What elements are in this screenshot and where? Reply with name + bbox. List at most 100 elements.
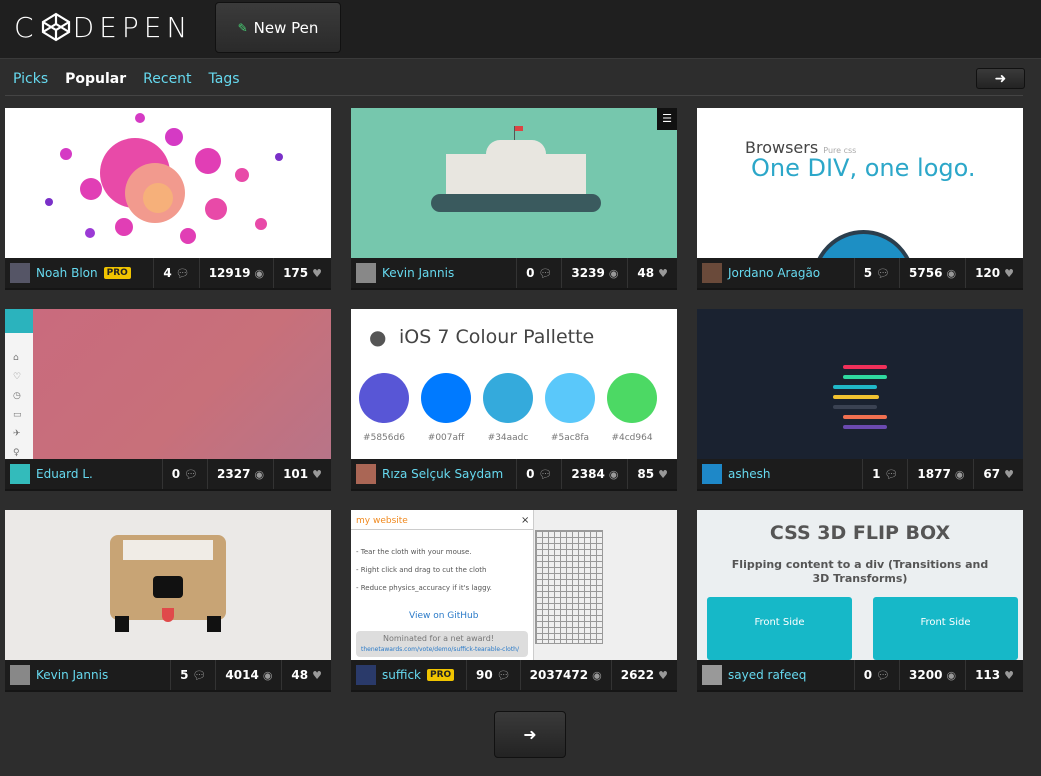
pen-thumbnail[interactable]: ☰ (351, 108, 677, 258)
list-icon[interactable]: ☰ (657, 108, 677, 130)
heart-icon: ♥ (312, 266, 322, 280)
comments-stat: 4 💬︎ (153, 258, 198, 288)
author-name[interactable]: suffick (382, 668, 421, 682)
pro-badge: PRO (103, 267, 131, 279)
pen-thumbnail[interactable]: CSS 3D FLIP BOX Flipping content to a di… (697, 510, 1023, 660)
comment-icon: 💬︎ (496, 668, 511, 682)
author-name[interactable]: Kevin Jannis (382, 266, 454, 280)
cube-logo-icon (41, 12, 70, 42)
pen-author[interactable]: Rıza Selçuk Saydam (351, 464, 516, 484)
github-link[interactable]: View on GitHub (409, 611, 478, 621)
new-pen-label: New Pen (253, 18, 319, 37)
pen-card[interactable]: CSS 3D FLIP BOX Flipping content to a di… (697, 510, 1023, 692)
avatar (10, 263, 30, 283)
close-icon[interactable]: × (521, 515, 529, 526)
avatar (10, 665, 30, 685)
pen-card[interactable]: Noah Blon PRO 4 💬︎ 12919 ◉ 175 ♥ (5, 108, 331, 290)
heart-icon: ♥ (1004, 266, 1014, 280)
pen-card[interactable]: ⌂ ♡ ◷ ▭ ✈ ♀ Eduard L. 0 💬︎ 2327 ◉ 101 ♥ (5, 309, 331, 491)
views-stat: 2327 ◉ (207, 459, 273, 489)
thumb-title: CSS 3D FLIP BOX (769, 522, 951, 544)
pen-thumbnail[interactable]: ● iOS 7 Colour Pallette #5856d6 #007aff … (351, 309, 677, 459)
pen-thumbnail[interactable]: my website × - Tear the cloth with your … (351, 510, 677, 660)
pen-author[interactable]: Eduard L. (5, 464, 162, 484)
pen-card[interactable]: ☰ Kevin Jannis 0 💬︎ 3239 ◉ 48 ♥ (351, 108, 677, 290)
comment-icon: 💬︎ (192, 668, 207, 682)
pen-author[interactable]: suffick PRO (351, 665, 466, 685)
hearts-stat[interactable]: 113 ♥ (965, 660, 1023, 690)
hearts-stat[interactable]: 48 ♥ (281, 660, 331, 690)
heart-icon: ♥ (312, 668, 322, 682)
sidebar-icons: ⌂ ♡ ◷ ▭ ✈ ♀ (13, 353, 22, 458)
hearts-stat[interactable]: 175 ♥ (273, 258, 331, 288)
site-header: C DEPEN ✎ New Pen (0, 0, 1041, 59)
comment-icon: 💬︎ (884, 467, 899, 481)
author-name[interactable]: Noah Blon (36, 266, 98, 280)
thumb-title: iOS 7 Colour Pallette (399, 326, 595, 348)
comments-stat: 1 💬︎ (862, 459, 907, 489)
comment-icon: 💬︎ (175, 266, 190, 280)
cloth-grid[interactable] (535, 530, 603, 644)
avatar (10, 464, 30, 484)
hearts-stat[interactable]: 120 ♥ (965, 258, 1023, 288)
pen-author[interactable]: Jordano Aragão (697, 263, 854, 283)
pen-meta: Eduard L. 0 💬︎ 2327 ◉ 101 ♥ (5, 459, 331, 491)
pen-card[interactable]: ashesh 1 💬︎ 1877 ◉ 67 ♥ (697, 309, 1023, 491)
hearts-stat[interactable]: 2622 ♥ (610, 660, 677, 690)
front-side-box[interactable]: Front Side (707, 597, 852, 660)
pen-thumbnail[interactable] (5, 108, 331, 258)
author-name[interactable]: Eduard L. (36, 467, 93, 481)
heart-icon: ♥ (658, 266, 668, 280)
heart-icon: ♥ (312, 467, 322, 481)
comment-icon: 💬︎ (876, 266, 891, 280)
views-stat: 3200 ◉ (899, 660, 965, 690)
hearts-stat[interactable]: 85 ♥ (627, 459, 677, 489)
author-name[interactable]: Jordano Aragão (728, 266, 820, 280)
tab-picks[interactable]: Picks (13, 71, 48, 87)
pen-thumbnail[interactable]: Browsers Pure css One DIV, one logo. (697, 108, 1023, 258)
divider (5, 95, 1023, 96)
hearts-stat[interactable]: 48 ♥ (627, 258, 677, 288)
pen-meta: Rıza Selçuk Saydam 0 💬︎ 2384 ◉ 85 ♥ (351, 459, 677, 491)
pen-thumbnail[interactable]: ⌂ ♡ ◷ ▭ ✈ ♀ (5, 309, 331, 459)
comment-icon: 💬︎ (876, 668, 891, 682)
pen-thumbnail[interactable] (697, 309, 1023, 459)
avatar (702, 464, 722, 484)
author-name[interactable]: sayed rafeeq (728, 668, 806, 682)
avatar (702, 665, 722, 685)
hearts-stat[interactable]: 101 ♥ (273, 459, 331, 489)
views-stat: 2037472 ◉ (519, 660, 611, 690)
pen-card[interactable]: ● iOS 7 Colour Pallette #5856d6 #007aff … (351, 309, 677, 491)
pen-thumbnail[interactable] (5, 510, 331, 660)
heart-icon: ♥ (658, 467, 668, 481)
pen-author[interactable]: Noah Blon PRO (5, 263, 153, 283)
comments-stat: 5 💬︎ (170, 660, 215, 690)
comments-stat: 90 💬︎ (465, 660, 520, 690)
author-name[interactable]: ashesh (728, 467, 770, 481)
pen-card[interactable]: Browsers Pure css One DIV, one logo. Jor… (697, 108, 1023, 290)
pen-author[interactable]: Kevin Jannis (5, 665, 170, 685)
pen-author[interactable]: Kevin Jannis (351, 263, 516, 283)
front-side-box[interactable]: Front Side (873, 597, 1018, 660)
new-pen-button[interactable]: ✎ New Pen (215, 2, 341, 53)
hearts-stat[interactable]: 67 ♥ (973, 459, 1023, 489)
arrow-right-icon: ➜ (523, 725, 537, 744)
pen-author[interactable]: ashesh (697, 464, 862, 484)
pen-card[interactable]: Kevin Jannis 5 💬︎ 4014 ◉ 48 ♥ (5, 510, 331, 692)
comments-stat: 0 💬︎ (516, 258, 561, 288)
pen-author[interactable]: sayed rafeeq (697, 665, 854, 685)
author-name[interactable]: Kevin Jannis (36, 668, 108, 682)
views-stat: 3239 ◉ (561, 258, 627, 288)
next-page-button[interactable]: ➜ (494, 711, 566, 758)
avatar (356, 263, 376, 283)
avatar (702, 263, 722, 283)
next-page-button-top[interactable]: ➜ (976, 68, 1025, 89)
tab-tags[interactable]: Tags (209, 71, 240, 87)
tab-recent[interactable]: Recent (143, 71, 191, 87)
tab-popular[interactable]: Popular (65, 71, 126, 87)
codepen-logo[interactable]: C DEPEN (14, 9, 192, 45)
heart-icon: ♥ (658, 668, 668, 682)
pen-card[interactable]: my website × - Tear the cloth with your … (351, 510, 677, 692)
pen-meta: Kevin Jannis 0 💬︎ 3239 ◉ 48 ♥ (351, 258, 677, 290)
author-name[interactable]: Rıza Selçuk Saydam (382, 467, 503, 481)
